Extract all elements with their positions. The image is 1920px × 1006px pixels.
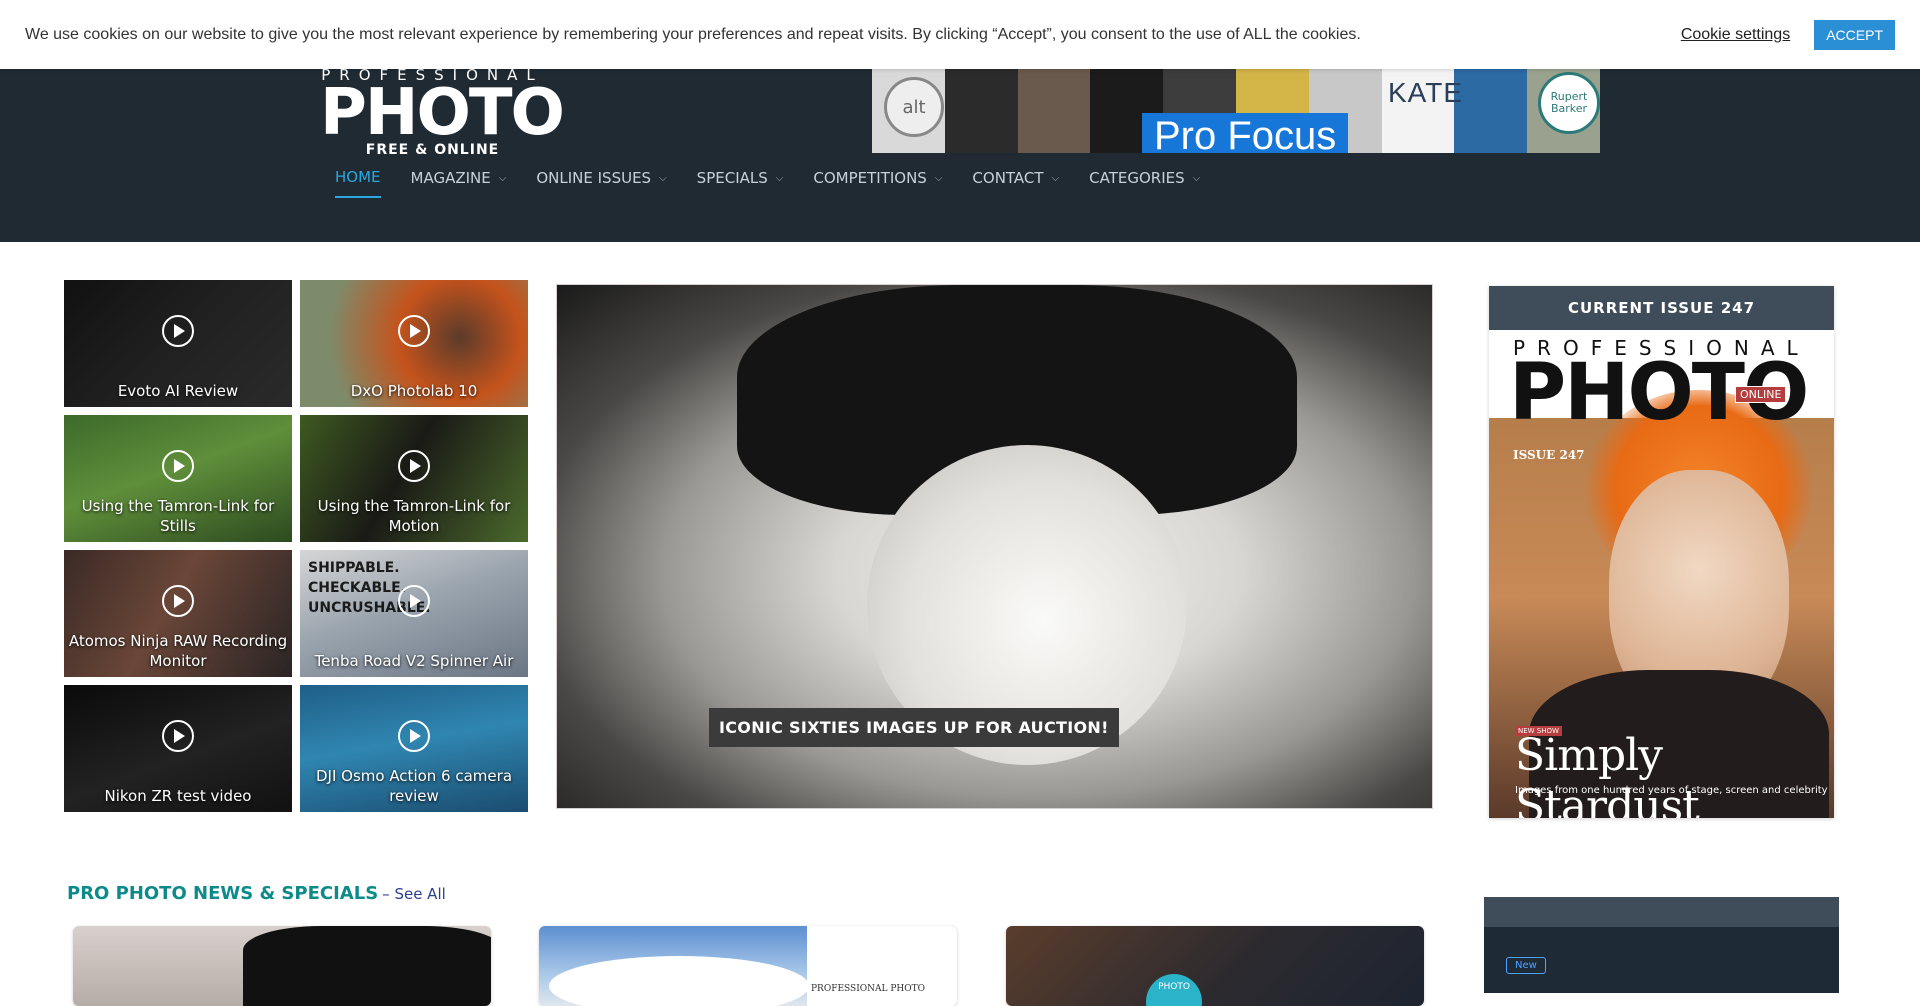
banner-tile — [1454, 69, 1528, 153]
play-icon — [162, 449, 194, 482]
cover-headline: Simply Stardust — [1515, 730, 1700, 818]
nav-item-contact[interactable]: CONTACT ⌵ — [972, 168, 1059, 198]
cookie-accept-button[interactable]: ACCEPT — [1814, 19, 1895, 50]
cover-tagline: Images from one hundred years of stage, … — [1515, 785, 1828, 796]
banner-rupert-barker-logo: Rupert Barker — [1538, 72, 1600, 134]
video-tile[interactable]: DxO Photolab 10 — [300, 280, 528, 407]
cover-online-badge: ONLINE — [1735, 386, 1787, 403]
video-tile[interactable]: Using the Tamron-Link for Stills — [64, 415, 292, 542]
banner-alt-logo: alt — [884, 77, 944, 137]
news-card[interactable]: PROFESSIONAL PHOTO — [539, 926, 957, 1006]
video-title: DxO Photolab 10 — [350, 382, 478, 400]
play-icon — [398, 584, 430, 617]
current-issue-header: CURRENT ISSUE 247 — [1489, 286, 1834, 330]
cookie-settings-link[interactable]: Cookie settings — [1681, 26, 1790, 44]
video-tile[interactable]: SHIPPABLE. CHECKABLE. UNCRUSHABLE. Tenba… — [300, 550, 528, 677]
nav-item-specials[interactable]: SPECIALS ⌵ — [697, 168, 784, 198]
current-issue-card: CURRENT ISSUE 247 PROFESSIONAL PHOTO ONL… — [1489, 286, 1834, 818]
video-tile[interactable]: Atomos Ninja RAW Recording Monitor — [64, 550, 292, 677]
news-card[interactable]: PHOTO — [1006, 926, 1424, 1006]
nav-item-categories[interactable]: CATEGORIES ⌵ — [1089, 168, 1200, 198]
nav-item-home[interactable]: HOME — [335, 168, 381, 198]
chevron-down-icon: ⌵ — [498, 172, 507, 184]
video-title: Evoto AI Review — [117, 382, 239, 400]
cookie-text: We use cookies on our website to give yo… — [25, 25, 1361, 43]
nav-item-competitions[interactable]: COMPETITIONS ⌵ — [813, 168, 942, 198]
banner-tile — [1017, 69, 1091, 153]
chevron-down-icon: ⌵ — [934, 172, 943, 184]
news-title-text: PRO PHOTO NEWS & SPECIALS — [67, 883, 379, 904]
issue-cover-image[interactable]: PROFESSIONAL PHOTO ONLINE ISSUE 247 NEW … — [1489, 330, 1834, 818]
video-tile[interactable]: Evoto AI Review — [64, 280, 292, 407]
nav-label: CATEGORIES — [1089, 169, 1185, 187]
news-card-badge: PHOTO — [1146, 974, 1202, 1006]
video-grid: Evoto AI Review DxO Photolab 10 Using th… — [64, 280, 528, 812]
nav-label: SPECIALS — [696, 169, 768, 187]
nav-label: CONTACT — [972, 169, 1044, 187]
play-icon — [398, 719, 430, 752]
play-icon — [162, 719, 194, 752]
chevron-down-icon: ⌵ — [1051, 172, 1060, 184]
video-tile[interactable]: Nikon ZR test video — [64, 685, 292, 812]
chevron-down-icon: ⌵ — [775, 172, 784, 184]
news-card-image-shape — [243, 926, 491, 1006]
sidebar-promo-header — [1484, 897, 1839, 927]
video-title: Using the Tamron-Link for Stills — [81, 497, 275, 535]
play-icon — [398, 449, 430, 482]
nav-item-magazine[interactable]: MAGAZINE ⌵ — [411, 168, 507, 198]
nav-label: MAGAZINE — [410, 169, 491, 187]
video-tile[interactable]: Using the Tamron-Link for Motion — [300, 415, 528, 542]
sidebar-promo-card[interactable]: New — [1484, 897, 1839, 993]
nav-item-online-issues[interactable]: ONLINE ISSUES ⌵ — [536, 168, 666, 198]
banner-title: Pro Focus — [1142, 113, 1349, 153]
new-badge: New — [1506, 957, 1546, 974]
nav-label: COMPETITIONS — [813, 169, 927, 187]
play-icon — [398, 314, 430, 347]
chevron-down-icon: ⌵ — [1192, 172, 1201, 184]
main-nav: HOME MAGAZINE ⌵ ONLINE ISSUES ⌵ SPECIALS ⌵ … — [320, 168, 1215, 198]
cover-issue-number: ISSUE 247 — [1513, 448, 1585, 462]
nav-label: HOME — [335, 168, 381, 186]
play-icon — [162, 584, 194, 617]
overlay-line: SHIPPABLE. — [308, 560, 400, 576]
video-title: Using the Tamron-Link for Motion — [317, 497, 511, 535]
news-card[interactable] — [73, 926, 491, 1006]
news-section-title: PRO PHOTO NEWS & SPECIALS – See All — [67, 883, 446, 904]
video-title: Nikon ZR test video — [104, 787, 252, 805]
news-card-image-shape — [549, 956, 809, 1006]
play-icon — [162, 314, 194, 347]
banner-kate-text: KATE — [1388, 77, 1464, 108]
site-logo[interactable]: PROFESSIONAL PHOTO FREE & ONLINE — [320, 66, 565, 158]
video-title: Tenba Road V2 Spinner Air — [314, 652, 514, 670]
video-tile[interactable]: DJI Osmo Action 6 camera review — [300, 685, 528, 812]
header-banner-ad[interactable]: alt KATE Rupert Barker Pro Focus — [872, 69, 1600, 153]
news-card-magazine-text: PROFESSIONAL PHOTO — [807, 926, 957, 1006]
cookie-consent-bar: We use cookies on our website to give yo… — [0, 0, 1920, 69]
chevron-down-icon: ⌵ — [659, 172, 667, 184]
nav-label: ONLINE ISSUES — [536, 169, 652, 187]
banner-tile — [944, 69, 1018, 153]
video-title: Atomos Ninja RAW Recording Monitor — [68, 632, 288, 670]
see-all-link[interactable]: – See All — [382, 885, 446, 903]
video-title: DJI Osmo Action 6 camera review — [315, 767, 513, 805]
logo-main-text: PHOTO — [320, 76, 565, 150]
hero-caption[interactable]: ICONIC SIXTIES IMAGES UP FOR AUCTION! — [709, 708, 1119, 747]
